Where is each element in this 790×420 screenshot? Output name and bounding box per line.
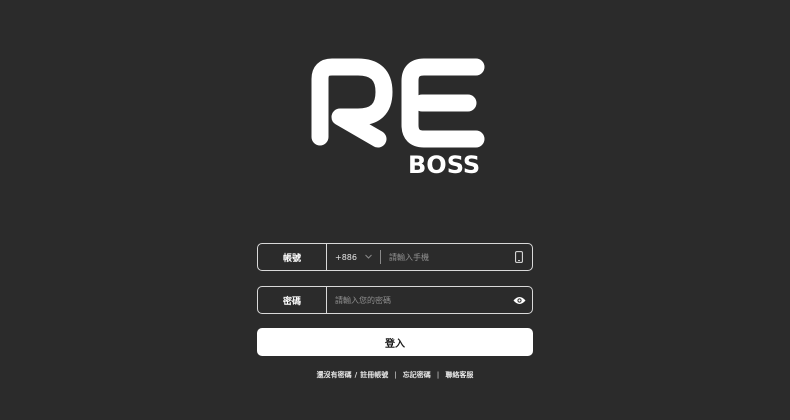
smartphone-icon	[506, 244, 532, 270]
password-label: 密碼	[258, 287, 327, 313]
login-page: BOSS 帳號 +886 密碼 登入	[0, 0, 790, 420]
account-field: 帳號 +886	[257, 243, 533, 271]
login-button[interactable]: 登入	[257, 328, 533, 356]
link-separator: |	[436, 371, 440, 379]
slash-separator: /	[354, 371, 358, 379]
no-password-link[interactable]: 還沒有密碼	[317, 370, 352, 380]
forgot-password-link[interactable]: 忘記密碼	[403, 370, 431, 380]
brand-sub-text: BOSS	[408, 151, 481, 179]
account-label: 帳號	[258, 244, 327, 270]
password-field: 密碼	[257, 286, 533, 314]
phone-input[interactable]	[380, 244, 506, 270]
password-input[interactable]	[327, 287, 506, 313]
contact-support-link[interactable]: 聯絡客服	[445, 370, 473, 380]
auth-links: 還沒有密碼 / 註冊帳號 | 忘記密碼 | 聯絡客服	[0, 370, 790, 380]
eye-icon[interactable]	[506, 287, 532, 313]
register-link[interactable]: 註冊帳號	[360, 370, 388, 380]
chevron-down-icon	[365, 253, 372, 261]
re-logo-mark	[311, 58, 485, 148]
link-separator: |	[394, 371, 397, 379]
country-code-value: +886	[335, 252, 357, 262]
country-code-select[interactable]: +886	[327, 244, 372, 270]
